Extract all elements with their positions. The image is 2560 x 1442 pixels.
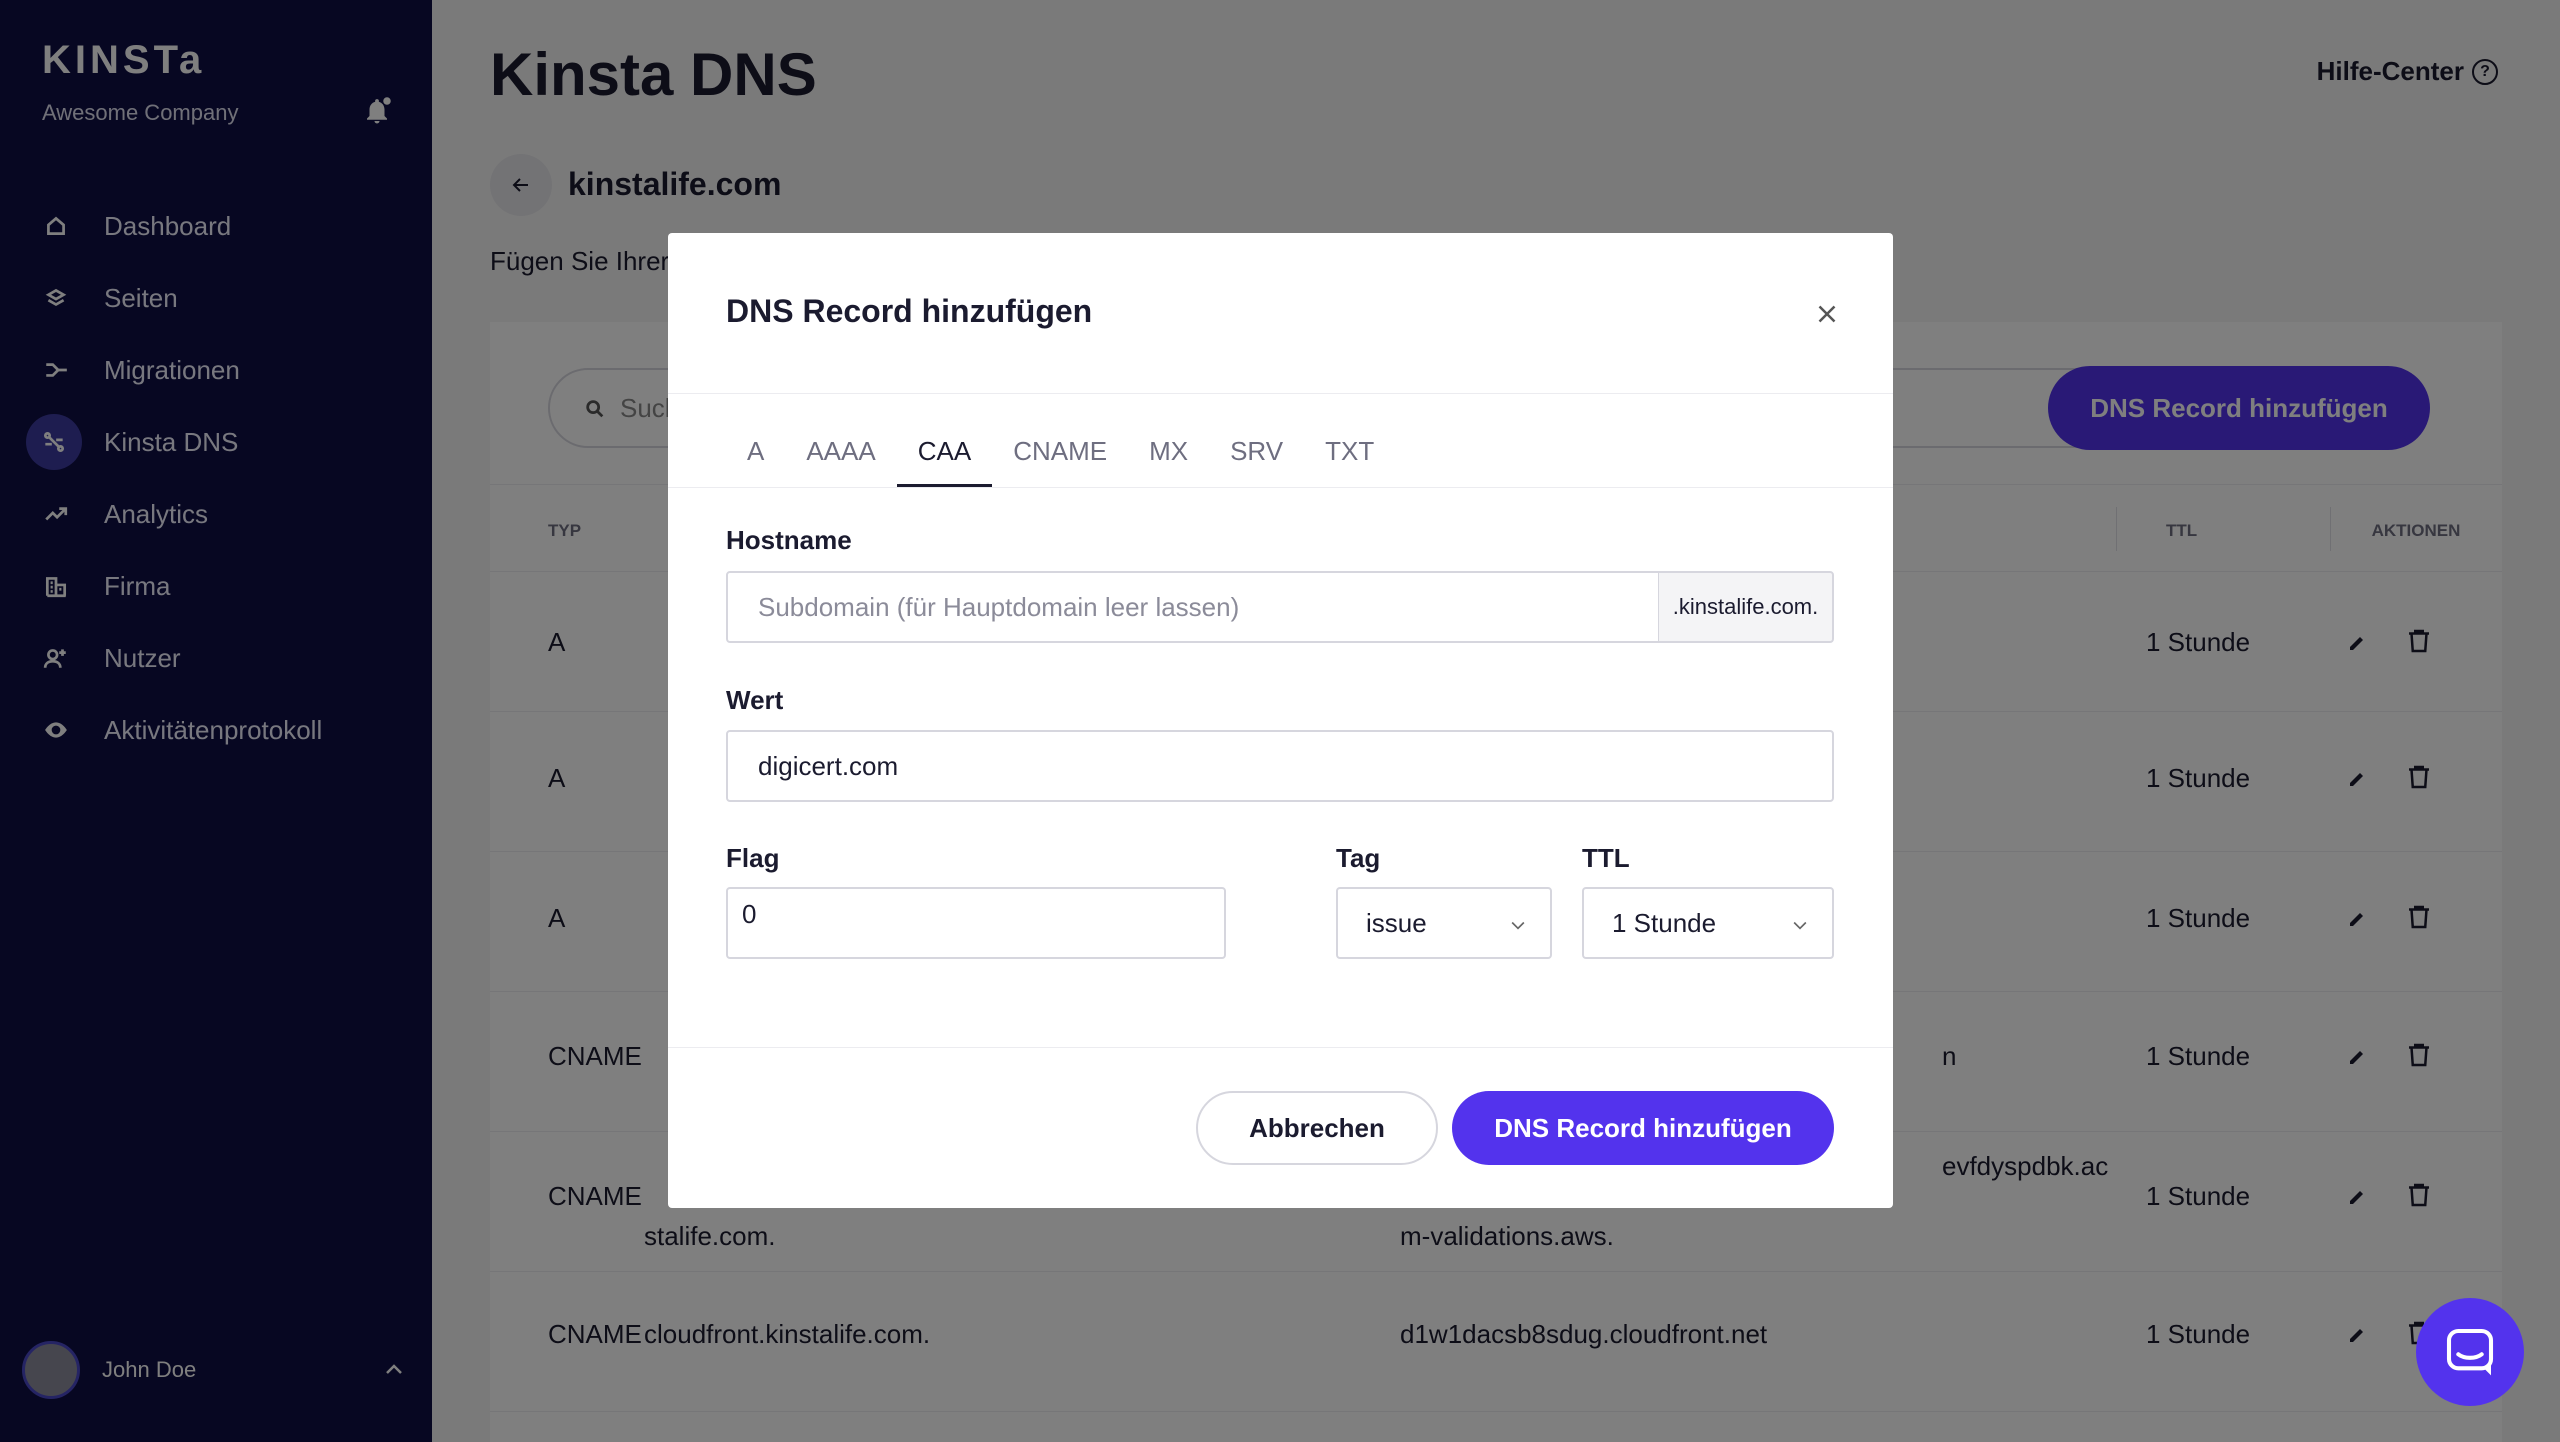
hostname-label: Hostname: [726, 525, 852, 555]
tab-mx[interactable]: MX: [1128, 429, 1209, 487]
tab-aaaa[interactable]: AAAA: [785, 429, 896, 487]
value-input[interactable]: digicert.com: [726, 730, 1834, 802]
flag-input[interactable]: 0: [726, 887, 1226, 959]
ttl-label: TTL: [1582, 843, 1630, 873]
chevron-down-icon: [1793, 921, 1807, 930]
submit-dns-record-button[interactable]: DNS Record hinzufügen: [1452, 1091, 1834, 1165]
tab-a[interactable]: A: [726, 429, 785, 487]
chat-widget-button[interactable]: [2416, 1298, 2524, 1406]
flag-label: Flag: [726, 843, 780, 873]
close-icon[interactable]: [1812, 299, 1842, 329]
divider: [668, 487, 1893, 488]
divider: [668, 1047, 1893, 1048]
modal-title: DNS Record hinzufügen: [726, 293, 1093, 329]
value-label: Wert: [726, 685, 784, 715]
divider: [668, 393, 1893, 394]
ttl-select[interactable]: 1 Stunde: [1582, 887, 1834, 959]
record-type-tabs: A AAAA CAA CNAME MX SRV TXT: [726, 429, 1395, 487]
tab-srv[interactable]: SRV: [1209, 429, 1304, 487]
add-dns-record-modal: DNS Record hinzufügen A AAAA CAA CNAME M…: [668, 233, 1893, 1208]
tag-select[interactable]: issue: [1336, 887, 1552, 959]
tab-cname[interactable]: CNAME: [992, 429, 1128, 487]
tag-selected-value: issue: [1366, 907, 1427, 938]
cancel-button[interactable]: Abbrechen: [1196, 1091, 1438, 1165]
tab-caa[interactable]: CAA: [896, 429, 993, 487]
ttl-selected-value: 1 Stunde: [1612, 907, 1717, 938]
chat-icon: [2446, 1328, 2494, 1376]
chevron-down-icon: [1511, 921, 1525, 930]
hostname-input[interactable]: Subdomain (für Hauptdomain leer lassen): [726, 571, 1660, 643]
tab-txt[interactable]: TXT: [1304, 429, 1395, 487]
hostname-suffix: .kinstalife.com.: [1658, 571, 1834, 643]
tag-label: Tag: [1336, 843, 1381, 873]
